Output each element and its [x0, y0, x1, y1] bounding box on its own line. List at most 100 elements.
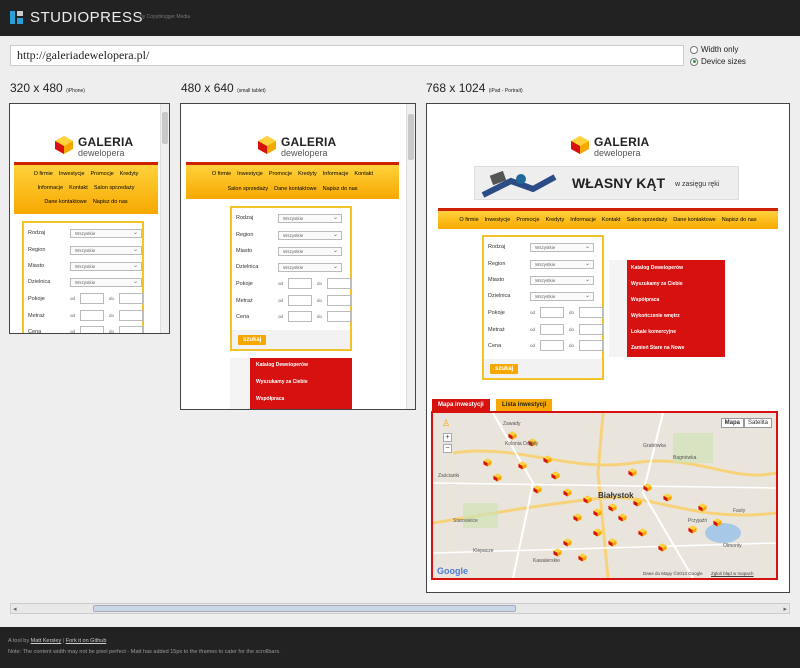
link-item[interactable]: Lokale komercyjne: [631, 329, 676, 335]
area-from-input[interactable]: [288, 295, 312, 306]
type-select[interactable]: Wszystkie: [530, 243, 594, 252]
district-select[interactable]: Wszystkie: [278, 263, 342, 272]
link-item[interactable]: Katalog Deweloperów: [631, 265, 683, 271]
nav-item[interactable]: Salon sprzedaży: [627, 217, 668, 223]
nav-item[interactable]: Inwestycje: [485, 217, 511, 223]
type-select[interactable]: Wszystkie: [70, 229, 142, 238]
map-marker-icon[interactable]: [578, 553, 587, 562]
area-from-input[interactable]: [540, 324, 564, 335]
radio-dot[interactable]: [690, 45, 698, 54]
price-from-input[interactable]: [80, 326, 104, 333]
map-marker-icon[interactable]: [543, 455, 552, 464]
price-to-input[interactable]: [119, 326, 143, 333]
map-marker-icon[interactable]: [583, 495, 592, 504]
map-report-link[interactable]: Zgłoś błąd w mapach: [711, 571, 754, 576]
city-select[interactable]: Wszystkie: [278, 247, 342, 256]
search-button[interactable]: szukaj: [238, 335, 267, 345]
nav-item[interactable]: Kontakt: [354, 171, 373, 177]
search-button[interactable]: szukaj: [490, 364, 519, 374]
map-marker-icon[interactable]: [698, 503, 707, 512]
region-select[interactable]: Wszystkie: [70, 246, 142, 255]
site-logo[interactable]: GALERIA dewelopera: [257, 132, 347, 162]
tab-list-investments[interactable]: Lista inwestycji: [496, 399, 553, 411]
nav-item[interactable]: Informacje: [570, 217, 596, 223]
nav-item[interactable]: Dane kontaktowe: [44, 199, 87, 205]
nav-item[interactable]: Napisz do nas: [323, 186, 358, 192]
nav-item[interactable]: Inwestycje: [237, 171, 263, 177]
nav-item[interactable]: Napisz do nas: [93, 199, 128, 205]
nav-item[interactable]: Kontakt: [602, 217, 621, 223]
nav-item[interactable]: Kredyty: [120, 171, 139, 177]
city-select[interactable]: Wszystkie: [70, 262, 142, 271]
vertical-scrollbar[interactable]: [406, 104, 415, 409]
nav-item[interactable]: Napisz do nas: [722, 217, 757, 223]
vertical-scrollbar[interactable]: [160, 104, 169, 333]
type-select[interactable]: Wszystkie: [278, 214, 342, 223]
nav-item[interactable]: O firmie: [212, 171, 231, 177]
map-marker-icon[interactable]: [483, 458, 492, 467]
nav-item[interactable]: O firmie: [459, 217, 478, 223]
map-marker-icon[interactable]: [608, 538, 617, 547]
map-marker-icon[interactable]: [573, 513, 582, 522]
map-marker-icon[interactable]: [593, 508, 602, 517]
author-link[interactable]: Matt Kersley: [31, 638, 62, 644]
link-item[interactable]: Katalog Deweloperów: [256, 362, 308, 368]
scroll-thumb[interactable]: [93, 605, 516, 612]
iphone-frame[interactable]: GALERIA dewelopera O firmie Inwestycje Pro…: [9, 103, 170, 334]
map-marker-icon[interactable]: [593, 528, 602, 537]
google-logo[interactable]: Google: [437, 566, 468, 576]
nav-item[interactable]: Dane kontaktowe: [673, 217, 716, 223]
horizontal-scrollbar[interactable]: ◂ ▸: [10, 603, 790, 614]
map-marker-icon[interactable]: [628, 468, 637, 477]
small-tablet-frame[interactable]: GALERIA dewelopera O firmie Inwestycje Pro…: [180, 103, 416, 410]
link-item[interactable]: Wykończenie wnętrz: [631, 313, 680, 319]
area-to-input[interactable]: [327, 295, 351, 306]
radio-dot[interactable]: [690, 57, 698, 66]
map-marker-icon[interactable]: [551, 471, 560, 480]
price-to-input[interactable]: [327, 311, 351, 322]
nav-item[interactable]: Kredyty: [546, 217, 565, 223]
map-marker-icon[interactable]: [618, 513, 627, 522]
nav-item[interactable]: Kontakt: [69, 185, 88, 191]
rooms-from-input[interactable]: [80, 293, 104, 304]
price-from-input[interactable]: [540, 340, 564, 351]
nav-item[interactable]: Promocje: [91, 171, 114, 177]
nav-item[interactable]: Promocje: [516, 217, 539, 223]
url-input[interactable]: http://galeriadewelopera.pl/: [10, 45, 684, 66]
ipad-frame[interactable]: GALERIA dewelopera WŁASNY KĄT w zasięgu …: [426, 103, 790, 593]
area-to-input[interactable]: [579, 324, 603, 335]
zoom-in-button[interactable]: +: [443, 433, 452, 442]
map-marker-icon[interactable]: [643, 483, 652, 492]
map-marker-icon[interactable]: [508, 431, 517, 440]
device-sizes-radio[interactable]: Device sizes: [690, 57, 746, 66]
nav-item[interactable]: O firmie: [34, 171, 53, 177]
rooms-from-input[interactable]: [288, 278, 312, 289]
rooms-to-input[interactable]: [327, 278, 351, 289]
map-marker-icon[interactable]: [533, 485, 542, 494]
nav-item[interactable]: Informacje: [37, 185, 63, 191]
map-marker-icon[interactable]: [563, 538, 572, 547]
map-marker-icon[interactable]: [553, 548, 562, 557]
city-select[interactable]: Wszystkie: [530, 276, 594, 285]
price-from-input[interactable]: [288, 311, 312, 322]
link-item[interactable]: Zamień Stare na Nowe: [631, 345, 684, 351]
map-marker-icon[interactable]: [608, 503, 617, 512]
map-marker-icon[interactable]: [563, 488, 572, 497]
link-item[interactable]: Wyszukamy za Ciebie: [256, 379, 308, 385]
site-logo[interactable]: GALERIA dewelopera: [570, 132, 660, 162]
tab-map-investments[interactable]: Mapa inwestycji: [432, 399, 490, 411]
link-item[interactable]: Wyszukamy za Ciebie: [631, 281, 683, 287]
map-marker-icon[interactable]: [688, 525, 697, 534]
github-link[interactable]: Fork it on Github: [66, 638, 107, 644]
map-type-map-button[interactable]: Mapa: [720, 418, 744, 428]
nav-item[interactable]: Salon sprzedaży: [94, 185, 135, 191]
zoom-out-button[interactable]: −: [443, 444, 452, 453]
promo-banner[interactable]: WŁASNY KĄT w zasięgu ręki: [474, 166, 739, 200]
nav-item[interactable]: Informacje: [323, 171, 349, 177]
rooms-to-input[interactable]: [119, 293, 143, 304]
map-marker-icon[interactable]: [493, 473, 502, 482]
nav-item[interactable]: Salon sprzedaży: [227, 186, 268, 192]
site-logo[interactable]: GALERIA dewelopera: [54, 132, 144, 162]
area-to-input[interactable]: [119, 310, 143, 321]
map-marker-icon[interactable]: [518, 461, 527, 470]
